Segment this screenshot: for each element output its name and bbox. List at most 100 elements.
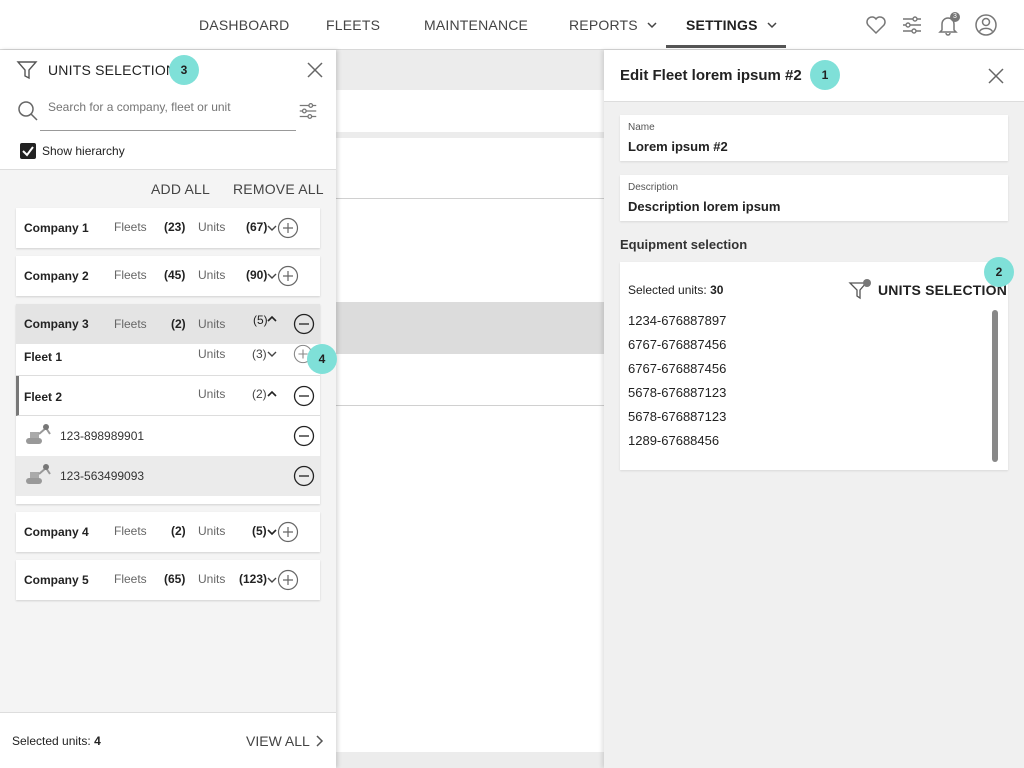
show-hierarchy-checkbox[interactable] bbox=[20, 143, 36, 159]
top-navigation: DASHBOARD FLEETS MAINTENANCE REPORTS SET… bbox=[0, 0, 1024, 50]
step-badge: 4 bbox=[307, 344, 337, 374]
nav-reports[interactable]: REPORTS bbox=[569, 0, 658, 50]
company-row[interactable]: Company 1 Fleets (23) Units (67) bbox=[16, 208, 320, 248]
remove-circle-icon[interactable] bbox=[293, 425, 315, 447]
add-circle-icon[interactable] bbox=[277, 521, 299, 543]
description-field-value: Description lorem ipsum bbox=[628, 199, 781, 214]
company-row[interactable]: Company 3 Fleets (2) Units (5) bbox=[16, 304, 320, 344]
step-badge: 1 bbox=[810, 60, 840, 90]
equipment-selection-title: Equipment selection bbox=[620, 237, 748, 252]
nav-dashboard[interactable]: DASHBOARD bbox=[199, 0, 289, 50]
scrollbar-thumb[interactable] bbox=[992, 310, 998, 462]
chevron-down-icon[interactable] bbox=[267, 223, 277, 233]
background-card-highlighted bbox=[336, 302, 604, 354]
background-card bbox=[336, 250, 604, 302]
fleets-label: Fleets bbox=[114, 524, 147, 538]
view-all-button[interactable]: VIEW ALL bbox=[246, 733, 310, 749]
company-row[interactable]: Company 2 Fleets (45) Units (90) bbox=[16, 256, 320, 296]
fleet-row[interactable]: Fleet 1 Units (3) bbox=[16, 344, 320, 376]
chevron-down-icon[interactable] bbox=[267, 575, 277, 585]
add-all-button[interactable]: ADD ALL bbox=[151, 181, 210, 197]
add-circle-icon[interactable] bbox=[277, 265, 299, 287]
fleets-count: (2) bbox=[171, 317, 186, 331]
filter-icon bbox=[16, 61, 38, 80]
remove-all-button[interactable]: REMOVE ALL bbox=[233, 181, 324, 197]
equipment-unit-item: 1289-67688456 bbox=[628, 433, 720, 448]
background-card bbox=[336, 138, 604, 250]
chevron-up-icon[interactable] bbox=[267, 314, 277, 324]
active-tab-indicator bbox=[666, 45, 786, 48]
search-underline bbox=[40, 130, 296, 131]
units-count: (90) bbox=[246, 268, 268, 282]
chevron-down-icon[interactable] bbox=[267, 527, 277, 537]
fleets-count: (23) bbox=[164, 220, 186, 234]
add-circle-icon[interactable] bbox=[277, 217, 299, 239]
unit-row[interactable]: 123-563499093 bbox=[16, 456, 320, 496]
unit-id: 123-898989901 bbox=[60, 429, 145, 443]
units-selection-button[interactable]: UNITS SELECTION bbox=[878, 282, 1007, 298]
description-field[interactable]: Description Description lorem ipsum bbox=[620, 175, 1008, 221]
add-circle-icon[interactable] bbox=[277, 569, 299, 591]
close-icon[interactable] bbox=[306, 61, 324, 79]
unit-id: 123-563499093 bbox=[60, 469, 145, 483]
remove-circle-icon[interactable] bbox=[293, 465, 315, 487]
units-search-bar bbox=[0, 90, 336, 132]
user-icon[interactable] bbox=[974, 13, 998, 37]
equipment-selected-summary: Selected units: 30 bbox=[628, 283, 723, 297]
remove-circle-icon[interactable] bbox=[293, 385, 315, 407]
units-panel-footer: Selected units: 4 VIEW ALL bbox=[0, 712, 336, 768]
units-search-input[interactable] bbox=[48, 100, 288, 114]
company-row[interactable]: Company 5 Fleets (65) Units (123) bbox=[16, 560, 320, 600]
equipment-unit-item: 5678-676887123 bbox=[628, 409, 727, 424]
fleets-label: Fleets bbox=[114, 572, 147, 586]
edit-fleet-title: Edit Fleet lorem ipsum #2 bbox=[620, 67, 802, 84]
fleet-row[interactable]: Fleet 2 Units (2) bbox=[16, 376, 320, 416]
name-field[interactable]: Name Lorem ipsum #2 bbox=[620, 115, 1008, 161]
check-icon bbox=[22, 146, 34, 157]
chevron-up-icon[interactable] bbox=[267, 389, 277, 399]
units-label: Units bbox=[198, 387, 226, 401]
step-badge: 3 bbox=[169, 55, 199, 85]
units-count: (123) bbox=[239, 572, 268, 586]
fleet-name: Fleet 2 bbox=[24, 390, 63, 404]
sliders-icon[interactable] bbox=[297, 100, 319, 122]
chevron-down-icon[interactable] bbox=[267, 349, 277, 359]
selected-units-count: 30 bbox=[710, 283, 724, 297]
nav-settings[interactable]: SETTINGS bbox=[686, 0, 778, 50]
edit-fleet-header: Edit Fleet lorem ipsum #2 1 bbox=[604, 50, 1024, 102]
fleets-count: (45) bbox=[164, 268, 186, 282]
units-count: (5) bbox=[252, 524, 267, 538]
sliders-icon[interactable] bbox=[900, 13, 924, 37]
chevron-right-icon[interactable] bbox=[314, 735, 324, 747]
fleets-label: Fleets bbox=[114, 317, 147, 331]
company-name: Company 1 bbox=[24, 221, 89, 235]
show-hierarchy-label: Show hierarchy bbox=[42, 144, 125, 158]
fleet-name: Fleet 1 bbox=[24, 350, 63, 364]
fleets-count: (65) bbox=[164, 572, 186, 586]
units-label: Units bbox=[198, 317, 226, 331]
background-divider bbox=[336, 198, 604, 199]
heart-icon[interactable] bbox=[864, 13, 888, 37]
units-count: (3) bbox=[252, 347, 267, 361]
units-label: Units bbox=[198, 268, 226, 282]
search-icon bbox=[18, 101, 38, 121]
chevron-down-icon[interactable] bbox=[267, 271, 277, 281]
unit-row[interactable]: 123-898989901 bbox=[16, 416, 320, 456]
company-name: Company 5 bbox=[24, 573, 89, 587]
background-divider bbox=[336, 405, 604, 406]
step-badge: 2 bbox=[984, 257, 1014, 287]
equipment-unit-item: 1234-676887897 bbox=[628, 313, 727, 328]
nav-maintenance[interactable]: MAINTENANCE bbox=[424, 0, 528, 50]
close-icon[interactable] bbox=[988, 68, 1004, 84]
fleets-count: (2) bbox=[171, 524, 186, 538]
units-label: Units bbox=[198, 524, 226, 538]
edit-fleet-panel: Edit Fleet lorem ipsum #2 1 Name Lorem i… bbox=[604, 50, 1024, 768]
description-field-label: Description bbox=[628, 182, 679, 193]
units-label: Units bbox=[198, 572, 226, 586]
fleets-label: Fleets bbox=[114, 268, 147, 282]
company-row[interactable]: Company 4 Fleets (2) Units (5) bbox=[16, 512, 320, 552]
filter-icon[interactable] bbox=[848, 278, 872, 302]
nav-fleets[interactable]: FLEETS bbox=[326, 0, 380, 50]
remove-circle-icon[interactable] bbox=[293, 313, 315, 335]
units-count: (67) bbox=[246, 220, 268, 234]
